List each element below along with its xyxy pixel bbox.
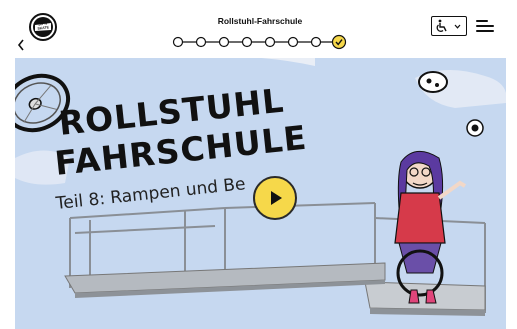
menu-icon xyxy=(476,20,488,23)
stepper-step-4[interactable] xyxy=(241,36,253,48)
sitnskate-logo[interactable]: SIT'N SKATE xyxy=(28,12,58,42)
wheelchair-icon xyxy=(436,19,447,32)
stepper-step-3[interactable] xyxy=(218,36,230,48)
play-button[interactable] xyxy=(253,176,297,220)
progress-stepper xyxy=(172,34,347,50)
play-icon xyxy=(271,191,282,205)
stepper-step-5[interactable] xyxy=(264,36,276,48)
menu-icon-bar xyxy=(476,30,494,33)
video-player[interactable]: ROLLSTUHL FAHRSCHULE Teil 8: Rampen und … xyxy=(15,58,506,329)
accessibility-select[interactable] xyxy=(431,16,467,36)
page-title: Rollstuhl-Fahrschule xyxy=(217,16,303,26)
stepper-step-8[interactable] xyxy=(331,34,347,50)
menu-button[interactable] xyxy=(476,18,494,34)
caster-graphic xyxy=(418,71,448,93)
stepper-step-6[interactable] xyxy=(287,36,299,48)
character-graphic xyxy=(394,151,467,304)
chevron-left-icon xyxy=(17,39,24,51)
chevron-down-icon xyxy=(454,24,461,29)
bolt-graphic xyxy=(466,119,484,137)
menu-icon-bar xyxy=(476,25,494,28)
stepper-step-7[interactable] xyxy=(310,36,322,48)
stepper-step-1[interactable] xyxy=(172,36,184,48)
stepper-step-2[interactable] xyxy=(195,36,207,48)
